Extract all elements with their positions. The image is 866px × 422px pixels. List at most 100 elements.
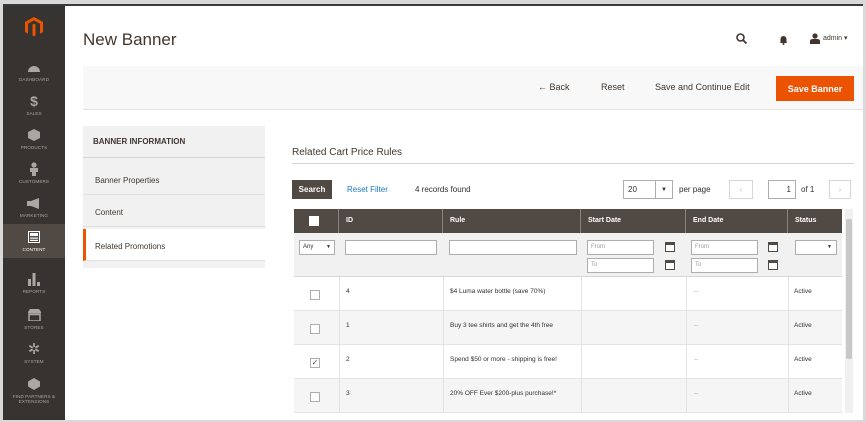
chevron-right-icon: ›	[838, 185, 842, 194]
page-title: New Banner	[83, 30, 177, 49]
search-icon[interactable]	[736, 31, 748, 49]
column-divider	[788, 277, 789, 413]
any-select[interactable]: Any ▼	[299, 240, 335, 255]
chevron-down-icon: ▼	[827, 244, 832, 250]
start-to-input[interactable]: To	[587, 258, 654, 273]
check-icon: ✓	[311, 358, 319, 367]
sidebar-item-system[interactable]: ✲ SYSTEM	[3, 336, 65, 370]
bar-chart-icon	[28, 272, 40, 286]
records-count: 4 records found	[415, 185, 471, 194]
scrollbar-thumb[interactable]	[846, 219, 852, 359]
row-checkbox[interactable]: ✓	[310, 358, 320, 368]
person-icon	[29, 162, 39, 176]
end-to-input[interactable]: To	[691, 258, 758, 273]
sidebar-item-sales[interactable]: $ SALES	[3, 88, 65, 122]
calendar-icon[interactable]	[665, 260, 675, 270]
column-divider	[339, 277, 340, 413]
sidebar-item-label: SALES	[26, 111, 42, 116]
save-button[interactable]: Save Banner	[776, 76, 854, 101]
per-page-select[interactable]: 20 ▼	[623, 180, 673, 199]
bell-icon[interactable]	[779, 32, 788, 50]
sidebar-item-content[interactable]: CONTENT	[3, 224, 65, 258]
table-row[interactable]: ✓ 2 Spend $50 or more - shipping is free…	[294, 345, 842, 379]
end-from-input[interactable]: From	[691, 240, 758, 255]
page-actions: ← Back Reset Save and Continue Edit Save…	[83, 66, 863, 110]
start-from-input[interactable]: From	[587, 240, 654, 255]
sidebar-item-marketing[interactable]: MARKETING	[3, 190, 65, 224]
store-icon	[27, 308, 41, 322]
dollar-icon: $	[30, 93, 38, 109]
cell-id: 2	[346, 356, 350, 363]
next-page-button[interactable]: ›	[829, 180, 851, 199]
reset-button[interactable]: Reset	[601, 82, 625, 92]
id-filter-input[interactable]	[345, 240, 437, 255]
sidebar-item-label: MARKETING	[19, 213, 49, 218]
cell-end-date: --	[694, 390, 699, 397]
table-row[interactable]: 1 Buy 3 tee shirts and get the 4th free …	[294, 311, 842, 345]
back-button[interactable]: ← Back	[538, 82, 570, 92]
sidebar-item-label: CONTENT	[22, 247, 46, 252]
cart-rules-grid: ID Rule Start Date End Date Status Any ▼…	[294, 209, 842, 413]
any-value: Any	[303, 244, 314, 250]
sidebar-item-products[interactable]: PRODUCTS	[3, 122, 65, 156]
calendar-icon[interactable]	[768, 260, 778, 270]
prev-page-button[interactable]: ‹	[729, 180, 753, 199]
search-button[interactable]: Search	[292, 180, 332, 199]
page-input[interactable]: 1	[768, 180, 796, 199]
row-checkbox[interactable]	[310, 290, 320, 300]
cell-id: 1	[346, 322, 350, 329]
rule-filter-input[interactable]	[449, 240, 577, 255]
sidebar-item-label: REPORTS	[22, 289, 46, 294]
cell-rule: Buy 3 tee shirts and get the 4th free	[450, 322, 553, 329]
sidebar-item-label: CUSTOMERS	[18, 179, 50, 184]
sidebar-item-label: FIND PARTNERS & EXTENSIONS	[12, 393, 56, 404]
page-total: of 1	[801, 185, 815, 194]
select-all-header[interactable]	[294, 209, 339, 233]
grid-scrollbar[interactable]	[845, 209, 853, 413]
sidebar-item-reports[interactable]: REPORTS	[3, 266, 65, 300]
status-filter-select[interactable]: ▼	[795, 240, 837, 255]
sidebar-item-dashboard[interactable]: DASHBOARD	[3, 54, 65, 88]
app-window: DASHBOARD $ SALES PRODUCTS CUSTOMERS MAR…	[0, 0, 866, 422]
table-row[interactable]: 3 20% OFF Ever $200-plus purchase!* -- A…	[294, 379, 842, 413]
row-checkbox[interactable]	[310, 324, 320, 334]
cube-icon	[28, 128, 40, 142]
cell-end-date: --	[694, 322, 699, 329]
admin-frame: DASHBOARD $ SALES PRODUCTS CUSTOMERS MAR…	[3, 4, 863, 420]
column-header-start-date[interactable]: Start Date	[581, 209, 686, 233]
select-all-checkbox[interactable]	[309, 216, 319, 226]
tab-content[interactable]: Content	[83, 195, 265, 227]
cell-status: Active	[794, 322, 812, 329]
per-page-label: per page	[679, 185, 711, 194]
table-row[interactable]: 4 $4 Luma water bottle (save 70%) -- Act…	[294, 277, 842, 311]
sidebar-item-stores[interactable]: STORES	[3, 302, 65, 336]
cell-status: Active	[794, 288, 812, 295]
column-header-rule[interactable]: Rule	[443, 209, 581, 233]
cell-id: 4	[346, 288, 350, 295]
magento-logo[interactable]	[3, 6, 65, 48]
column-divider	[686, 277, 687, 413]
column-divider	[443, 277, 444, 413]
sidebar-item-label: DASHBOARD	[19, 77, 49, 82]
sidebar-item-partners[interactable]: FIND PARTNERS & EXTENSIONS	[3, 370, 65, 410]
column-header-status[interactable]: Status	[788, 209, 842, 233]
row-checkbox[interactable]	[310, 392, 320, 402]
calendar-icon[interactable]	[768, 242, 778, 252]
reset-filter-link[interactable]: Reset Filter	[347, 185, 388, 194]
content-icon	[28, 230, 40, 244]
calendar-icon[interactable]	[665, 242, 675, 252]
gear-icon: ✲	[27, 341, 41, 358]
column-header-id[interactable]: ID	[339, 209, 443, 233]
section-title: Related Cart Price Rules	[292, 147, 403, 158]
column-header-end-date[interactable]: End Date	[686, 209, 788, 233]
tab-banner-properties[interactable]: Banner Properties	[83, 163, 265, 195]
user-icon[interactable]	[810, 31, 820, 49]
sidebar-item-customers[interactable]: CUSTOMERS	[3, 156, 65, 190]
user-menu[interactable]: admin ▾	[823, 34, 848, 42]
cell-status: Active	[794, 356, 812, 363]
cell-end-date: --	[694, 288, 699, 295]
tab-related-promotions[interactable]: Related Promotions	[83, 229, 265, 261]
per-page-value: 20	[628, 185, 637, 194]
chevron-left-icon: ‹	[739, 185, 743, 194]
save-continue-button[interactable]: Save and Continue Edit	[655, 82, 750, 92]
